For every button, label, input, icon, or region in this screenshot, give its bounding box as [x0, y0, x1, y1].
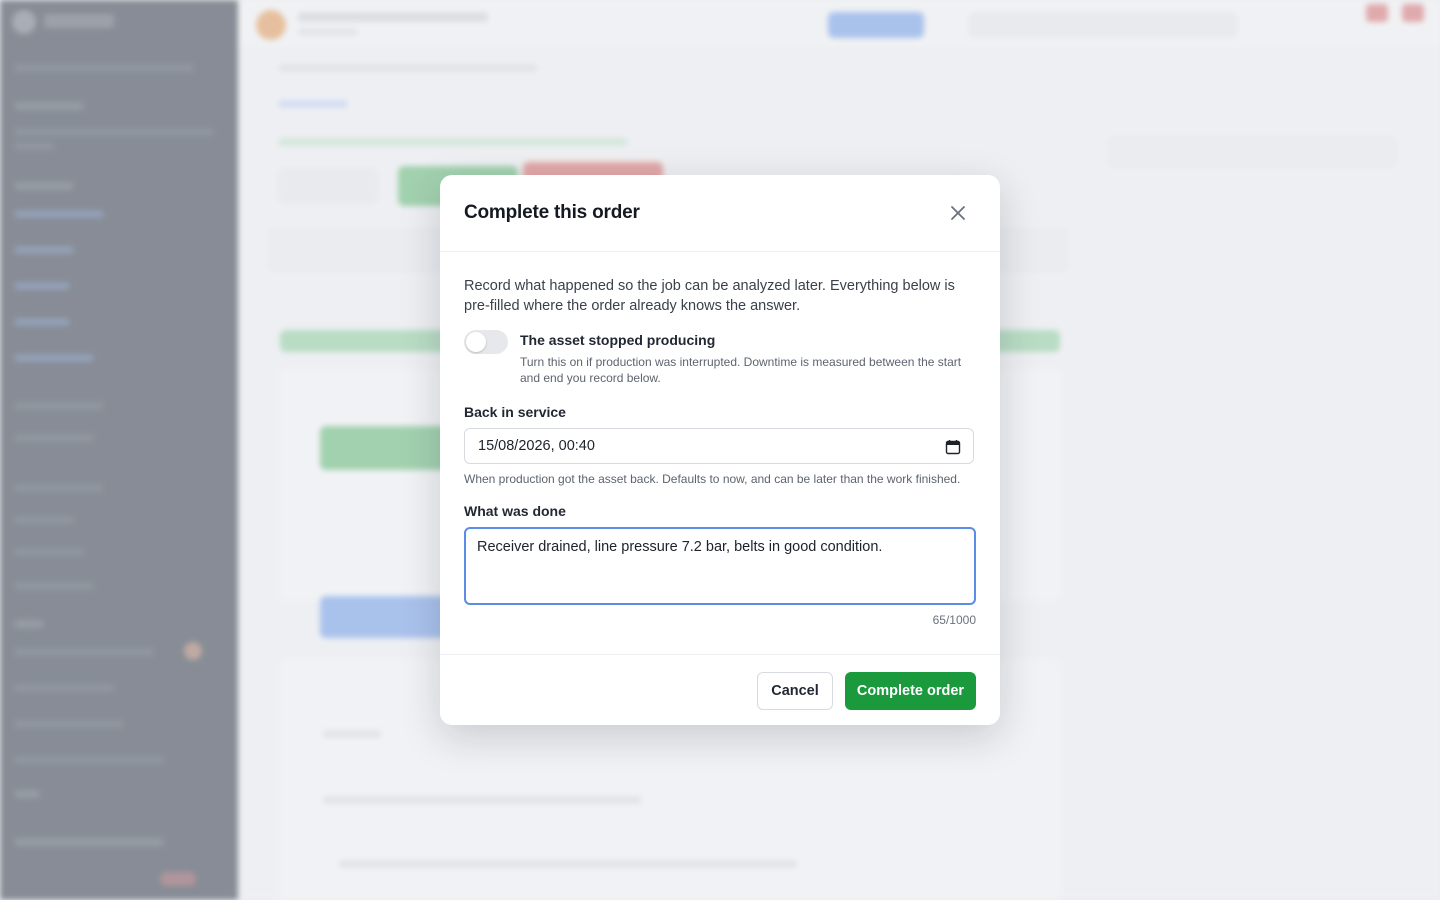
- back-in-service-input[interactable]: 15/08/2026, 00:40: [464, 428, 974, 464]
- downtime-toggle-row: The asset stopped producing Turn this on…: [464, 330, 976, 386]
- downtime-toggle[interactable]: [464, 330, 508, 354]
- complete-order-dialog: Complete this order Record what happened…: [440, 175, 1000, 725]
- character-counter: 65/1000: [932, 613, 976, 627]
- what-was-done-textarea[interactable]: Receiver drained, line pressure 7.2 bar,…: [464, 527, 976, 605]
- dialog-header: Complete this order: [440, 175, 1000, 252]
- back-in-service-label: Back in service: [464, 404, 566, 420]
- dialog-intro: Record what happened so the job can be a…: [464, 278, 955, 314]
- close-button[interactable]: [946, 201, 970, 225]
- complete-order-button[interactable]: Complete order: [845, 672, 976, 710]
- cancel-button[interactable]: Cancel: [757, 672, 833, 710]
- dialog-body: Record what happened so the job can be a…: [440, 252, 1000, 627]
- back-in-service-value: 15/08/2026, 00:40: [478, 438, 595, 454]
- toggle-knob: [466, 332, 486, 352]
- downtime-toggle-help: Turn this on if production was interrupt…: [520, 355, 962, 385]
- close-icon: [951, 206, 965, 220]
- what-was-done-label: What was done: [464, 503, 566, 519]
- back-in-service-help: When production got the asset back. Defa…: [464, 472, 961, 486]
- calendar-icon[interactable]: [945, 439, 961, 455]
- dialog-title: Complete this order: [464, 202, 640, 223]
- downtime-toggle-label: The asset stopped producing: [520, 332, 716, 348]
- dialog-footer: Cancel Complete order: [440, 654, 1000, 725]
